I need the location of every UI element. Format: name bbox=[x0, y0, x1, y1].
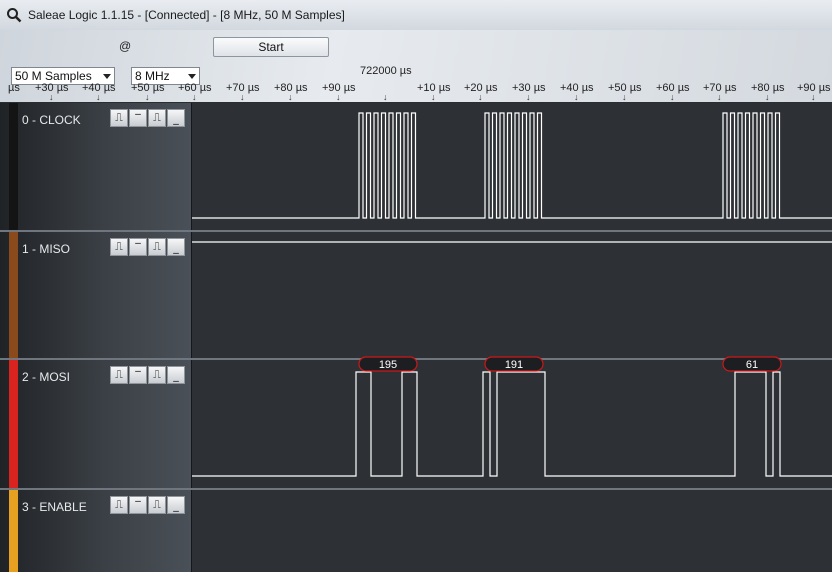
decoded-value-label: 195 bbox=[379, 359, 397, 371]
mosi-trace bbox=[192, 371, 832, 477]
clock-trace bbox=[192, 112, 832, 219]
waveform-overlay: 195 191 61 bbox=[192, 112, 832, 477]
decoded-value-label: 61 bbox=[746, 359, 758, 371]
decoded-value-label: 191 bbox=[505, 359, 523, 371]
